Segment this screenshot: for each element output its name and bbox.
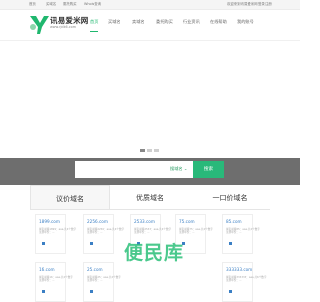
domain-card-title[interactable]: 333333.com xyxy=(226,267,252,272)
domain-card-desc: 注册年份：... xyxy=(226,279,242,282)
carousel-dot-2[interactable] xyxy=(147,149,152,152)
tabs-divider xyxy=(30,209,270,210)
tab-fixed-price-domains[interactable]: 一口价域名 xyxy=(190,185,270,210)
domain-card-dot-icon xyxy=(42,242,45,245)
carousel-dot-3[interactable] xyxy=(154,149,159,152)
topbar-link-buy[interactable]: 买域名 xyxy=(46,2,56,7)
topbar-link-whois[interactable]: Whois查询 xyxy=(84,2,101,7)
domain-card-title[interactable]: 85.com xyxy=(226,219,242,224)
domain-card-dot-icon xyxy=(90,290,93,293)
watermark-text: 便民库 xyxy=(124,242,185,264)
brand-url: www.rjdk6.com xyxy=(50,25,77,29)
nav-item-home[interactable]: 首页 xyxy=(90,16,99,32)
domain-card[interactable]: 85.com 域名前缀85：aaa,共2个数字 注册年份：... xyxy=(222,214,260,254)
domain-card-desc: 注册年份：... xyxy=(39,279,55,282)
nav-item-help[interactable]: 在线帮助 xyxy=(210,16,227,32)
domain-card[interactable]: 25.com 域名前缀25：aaa,共2个数字 注册年份：... xyxy=(83,262,121,302)
top-utility-bar: 首页 买域名 委托购买 Whois查询 欢迎来到讯易爱米网 登录 注册 xyxy=(0,0,300,10)
domain-card[interactable]: 16.com 域名前缀16：aaa,共2个数字 注册年份：... xyxy=(35,262,73,302)
topbar-welcome-text: 欢迎来到讯易爱米网 xyxy=(227,2,258,6)
domain-card-dot-icon xyxy=(42,290,45,293)
domain-card[interactable]: 2256.com 域名前缀2256：aaa,共4个数字 注册年份：... xyxy=(83,214,124,254)
domain-card-title[interactable]: 2533.com xyxy=(134,219,155,224)
topbar-link-home[interactable]: 首页 xyxy=(29,2,36,7)
domain-card-dot-icon xyxy=(90,242,93,245)
nav-item-commission[interactable]: 委托购买 xyxy=(156,16,173,32)
domain-card[interactable]: 333333.com 域名前缀333333：aaa,共6个数字 注册年份：... xyxy=(222,262,267,302)
tab-premium-domains[interactable]: 优质域名 xyxy=(110,185,190,210)
nav-item-buy-domain[interactable]: 买域名 xyxy=(108,16,121,32)
domain-card-title[interactable]: 16.com xyxy=(39,267,55,272)
domain-tabs: 议价域名 优质域名 一口价域名 xyxy=(30,185,270,210)
nav-item-my-account[interactable]: 我的账号 xyxy=(237,16,254,32)
tab-negotiable-domains[interactable]: 议价域名 xyxy=(30,185,110,210)
domain-card-title[interactable]: 75.com xyxy=(179,219,195,224)
domain-card-desc: 注册年份：... xyxy=(134,231,150,234)
carousel-dot-1[interactable] xyxy=(140,149,145,152)
search-type-select[interactable]: 搜域名 ⌄ xyxy=(170,166,187,172)
banner-carousel[interactable] xyxy=(0,40,300,156)
topbar-link-login[interactable]: 登录 xyxy=(258,2,265,7)
domain-card[interactable]: 1899.com 域名前缀1899：aaa,共4个数字 注册年份：... xyxy=(35,214,76,254)
domain-card-desc: 注册年份：... xyxy=(39,231,55,234)
domain-card-title[interactable]: 25.com xyxy=(87,267,103,272)
topbar-link-commission[interactable]: 委托购买 xyxy=(63,2,77,7)
brand-logo-icon[interactable] xyxy=(28,12,50,36)
domain-card-title[interactable]: 2256.com xyxy=(87,219,108,224)
domain-card-title[interactable]: 1899.com xyxy=(39,219,60,224)
domain-card-desc: 注册年份：... xyxy=(179,231,195,234)
domain-card-desc: 注册年份：... xyxy=(87,231,103,234)
search-button[interactable]: 搜索 xyxy=(193,161,224,178)
nav-item-sell-domain[interactable]: 卖域名 xyxy=(132,16,145,32)
domain-card-dot-icon xyxy=(229,242,232,245)
domain-card-desc: 注册年份：... xyxy=(87,279,103,282)
domain-card-dot-icon xyxy=(229,290,232,293)
nav-item-news[interactable]: 行业资讯 xyxy=(183,16,200,32)
topbar-link-register[interactable]: 注册 xyxy=(265,2,272,7)
domain-card-desc: 注册年份：... xyxy=(226,231,242,234)
